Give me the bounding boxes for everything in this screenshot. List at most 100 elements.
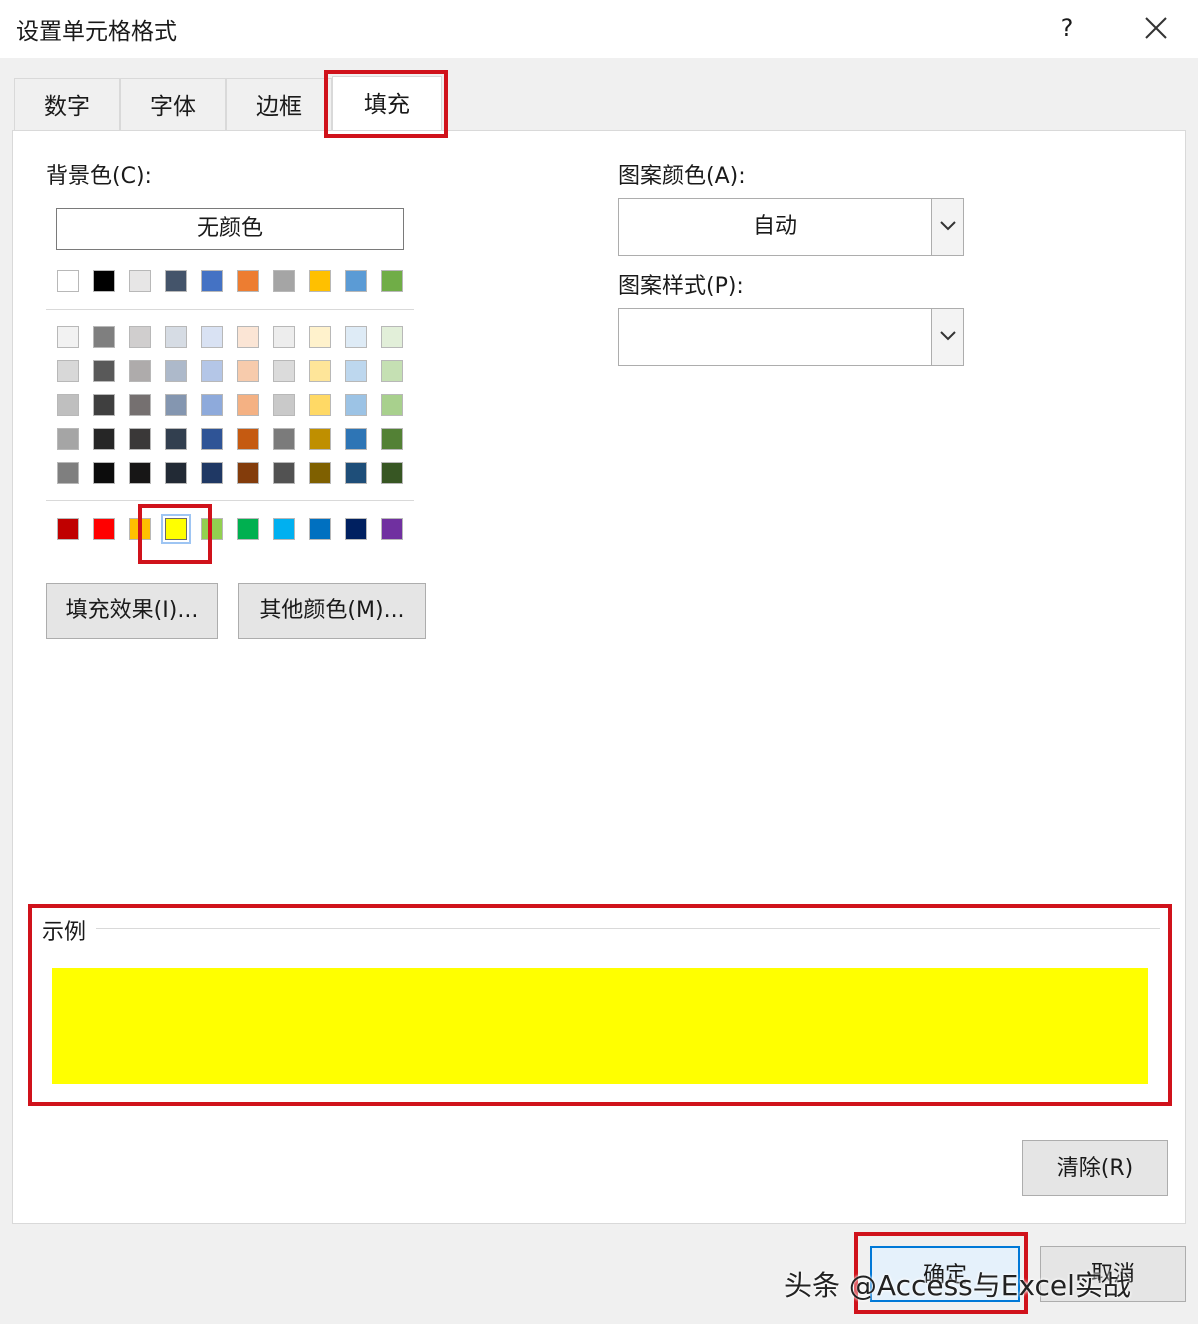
color-swatch[interactable]: [93, 394, 115, 416]
color-swatch[interactable]: [345, 518, 367, 540]
color-swatch[interactable]: [129, 326, 151, 348]
color-swatch[interactable]: [345, 270, 367, 292]
color-swatch[interactable]: [129, 462, 151, 484]
color-swatch[interactable]: [309, 360, 331, 382]
color-swatch[interactable]: [345, 326, 367, 348]
title-bar: 设置单元格格式 ?: [0, 0, 1198, 58]
color-swatch[interactable]: [165, 270, 187, 292]
close-icon: [1145, 17, 1167, 39]
color-swatch[interactable]: [129, 518, 151, 540]
color-swatch[interactable]: [273, 428, 295, 450]
color-swatch[interactable]: [273, 394, 295, 416]
color-swatch[interactable]: [93, 518, 115, 540]
color-swatch[interactable]: [57, 394, 79, 416]
color-swatch[interactable]: [273, 326, 295, 348]
color-swatch[interactable]: [237, 360, 259, 382]
color-swatch[interactable]: [93, 462, 115, 484]
color-swatch[interactable]: [309, 394, 331, 416]
color-swatch[interactable]: [201, 270, 223, 292]
color-swatch[interactable]: [237, 462, 259, 484]
color-swatch[interactable]: [381, 360, 403, 382]
color-swatch[interactable]: [165, 360, 187, 382]
close-button[interactable]: [1138, 8, 1174, 48]
color-swatch[interactable]: [57, 270, 79, 292]
color-swatch[interactable]: [129, 360, 151, 382]
sample-divider: [96, 928, 1160, 929]
fill-effects-button[interactable]: 填充效果(I)...: [46, 583, 218, 639]
color-swatch[interactable]: [345, 428, 367, 450]
color-swatch[interactable]: [57, 462, 79, 484]
color-swatch[interactable]: [273, 270, 295, 292]
color-swatch[interactable]: [165, 326, 187, 348]
color-swatch[interactable]: [381, 326, 403, 348]
color-swatch[interactable]: [201, 394, 223, 416]
color-swatch[interactable]: [93, 428, 115, 450]
color-swatch[interactable]: [237, 428, 259, 450]
color-swatch[interactable]: [273, 462, 295, 484]
sample-label: 示例: [42, 914, 91, 946]
color-swatch[interactable]: [309, 270, 331, 292]
dropdown-arrow[interactable]: [931, 309, 963, 365]
color-swatch[interactable]: [201, 360, 223, 382]
color-swatch[interactable]: [309, 326, 331, 348]
chevron-down-icon: [940, 331, 956, 341]
sample-preview: [52, 968, 1148, 1084]
color-swatch[interactable]: [345, 394, 367, 416]
pattern-color-label: 图案颜色(A):: [618, 164, 746, 189]
color-swatch[interactable]: [309, 428, 331, 450]
background-color-label: 背景色(C):: [46, 164, 152, 189]
color-swatch[interactable]: [381, 394, 403, 416]
color-swatch[interactable]: [165, 394, 187, 416]
watermark: 头条 @Access与Excel实战: [784, 1269, 1131, 1302]
pattern-style-value: [619, 309, 931, 365]
color-swatch[interactable]: [93, 326, 115, 348]
color-swatch[interactable]: [201, 428, 223, 450]
pattern-style-dropdown[interactable]: [618, 308, 964, 366]
help-button[interactable]: ?: [1052, 8, 1082, 48]
chevron-down-icon: [940, 221, 956, 231]
color-swatch[interactable]: [345, 360, 367, 382]
color-swatch[interactable]: [309, 518, 331, 540]
color-swatch[interactable]: [165, 428, 187, 450]
pattern-style-label: 图案样式(P):: [618, 274, 744, 299]
palette-divider: [46, 309, 414, 310]
color-swatch[interactable]: [381, 462, 403, 484]
color-swatch[interactable]: [381, 428, 403, 450]
color-swatch[interactable]: [345, 462, 367, 484]
tab-fill[interactable]: 填充: [332, 76, 442, 132]
color-swatch[interactable]: [93, 270, 115, 292]
tab-font[interactable]: 字体: [120, 78, 226, 132]
color-swatch[interactable]: [129, 428, 151, 450]
pattern-color-dropdown[interactable]: 自动: [618, 198, 964, 256]
color-swatch[interactable]: [93, 360, 115, 382]
color-swatch[interactable]: [201, 462, 223, 484]
clear-button[interactable]: 清除(R): [1022, 1140, 1168, 1196]
color-swatch[interactable]: [237, 518, 259, 540]
window-title: 设置单元格格式: [16, 19, 177, 45]
color-swatch[interactable]: [57, 360, 79, 382]
color-swatch[interactable]: [381, 270, 403, 292]
more-colors-button[interactable]: 其他颜色(M)...: [238, 583, 426, 639]
color-swatch[interactable]: [57, 428, 79, 450]
color-swatch[interactable]: [129, 394, 151, 416]
selected-color-swatch[interactable]: [161, 514, 191, 544]
color-swatch[interactable]: [237, 326, 259, 348]
color-swatch[interactable]: [273, 360, 295, 382]
color-swatch[interactable]: [129, 270, 151, 292]
color-swatch[interactable]: [165, 462, 187, 484]
palette-divider: [46, 500, 414, 501]
tab-border[interactable]: 边框: [226, 78, 332, 132]
color-swatch[interactable]: [237, 270, 259, 292]
color-swatch[interactable]: [381, 518, 403, 540]
color-swatch[interactable]: [309, 462, 331, 484]
color-swatch[interactable]: [201, 518, 223, 540]
dropdown-arrow[interactable]: [931, 199, 963, 255]
color-swatch[interactable]: [57, 326, 79, 348]
color-swatch[interactable]: [57, 518, 79, 540]
tab-number[interactable]: 数字: [14, 78, 120, 132]
color-swatch[interactable]: [237, 394, 259, 416]
color-swatch[interactable]: [201, 326, 223, 348]
no-color-button[interactable]: 无颜色: [56, 208, 404, 250]
color-swatch[interactable]: [273, 518, 295, 540]
pattern-color-value: 自动: [752, 214, 797, 239]
